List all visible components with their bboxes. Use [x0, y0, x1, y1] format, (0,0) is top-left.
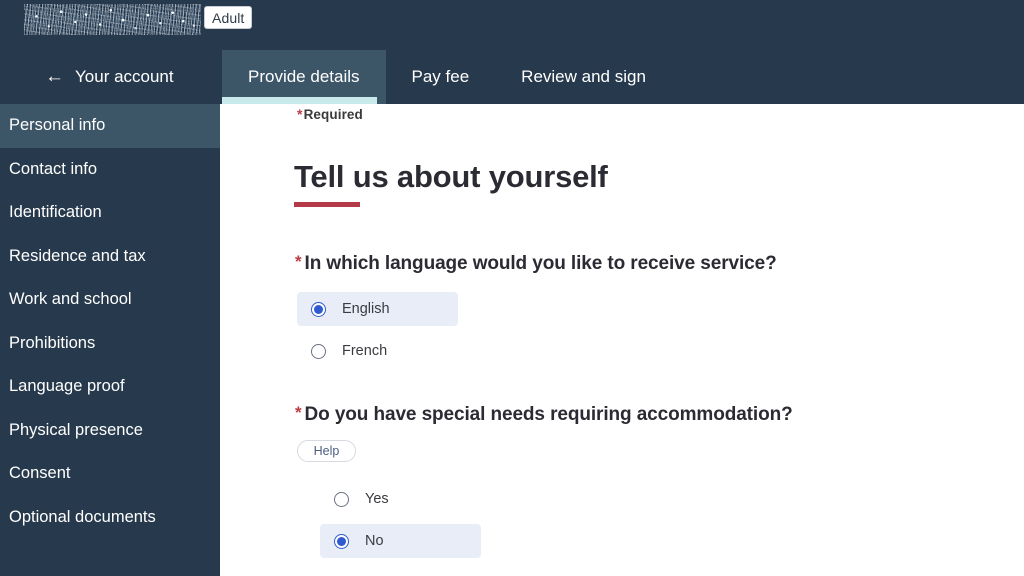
arrow-left-icon: ← [45, 65, 64, 87]
required-asterisk-icon: * [297, 106, 303, 122]
sidebar-item-label: Work and school [9, 290, 132, 309]
sidebar-item-label: Physical presence [9, 420, 143, 439]
sidebar-item-contact-info[interactable]: Contact info [0, 148, 220, 192]
status-badge-adult: Adult [204, 6, 253, 29]
sidebar-item-label: Language proof [9, 377, 125, 396]
title-accent-rule [294, 202, 360, 207]
radio-selected-icon [334, 533, 349, 549]
radio-option-no[interactable]: No [320, 524, 481, 558]
tab-pay-fee[interactable]: Pay fee [386, 50, 496, 104]
required-legend-label: Required [303, 107, 363, 122]
primary-navigation: ← Your account Provide details Pay fee R… [0, 50, 1024, 104]
radio-option-label: No [365, 533, 384, 549]
help-button[interactable]: Help [297, 440, 356, 462]
page-title: Tell us about yourself [294, 159, 608, 194]
sidebar-item-label: Optional documents [9, 507, 156, 526]
step-tabs: Provide details Pay fee Review and sign [222, 50, 672, 104]
sidebar-item-label: Residence and tax [9, 246, 146, 265]
brand-row: Adult [0, 0, 1024, 48]
radio-option-english[interactable]: English [297, 292, 458, 326]
radio-option-label: Yes [365, 491, 389, 507]
question-text: In which language would you like to rece… [304, 253, 777, 274]
sidebar-item-prohibitions[interactable]: Prohibitions [0, 322, 220, 366]
help-button-label: Help [313, 444, 340, 458]
sidebar-item-identification[interactable]: Identification [0, 191, 220, 235]
active-tab-underline [222, 97, 377, 104]
radio-option-label: English [342, 301, 390, 317]
question-language-label: * In which language would you like to rec… [295, 252, 777, 275]
sidebar-item-language-proof[interactable]: Language proof [0, 365, 220, 409]
redacted-brand-title [24, 4, 201, 35]
tab-label: Review and sign [521, 67, 646, 86]
sidebar-item-consent[interactable]: Consent [0, 452, 220, 496]
tab-provide-details[interactable]: Provide details [222, 50, 386, 104]
sidebar-item-label: Identification [9, 203, 102, 222]
radio-option-french[interactable]: French [297, 334, 458, 368]
back-link-label: Your account [75, 67, 174, 86]
page-header: Adult ← Your account Provide details Pay… [0, 0, 1024, 104]
sidebar-item-label: Consent [9, 464, 71, 483]
question-accommodation-label: * Do you have special needs requiring acc… [295, 403, 793, 426]
radio-unselected-icon [334, 491, 349, 507]
required-legend: *Required [297, 106, 363, 122]
form-content-area: *Required Tell us about yourself * In whi… [220, 104, 1024, 576]
application-root: Adult ← Your account Provide details Pay… [0, 0, 1024, 576]
question-text: Do you have special needs requiring acco… [304, 404, 793, 425]
sidebar-item-physical-presence[interactable]: Physical presence [0, 409, 220, 453]
radio-selected-icon [311, 301, 326, 317]
radio-option-yes[interactable]: Yes [320, 482, 481, 516]
required-asterisk-icon: * [295, 403, 302, 422]
sidebar-item-personal-info[interactable]: Personal info [0, 104, 220, 148]
radio-unselected-icon [311, 343, 326, 359]
required-asterisk-icon: * [295, 252, 302, 271]
sidebar-item-label: Contact info [9, 159, 98, 178]
back-to-your-account-link[interactable]: ← Your account [45, 50, 174, 104]
sidebar-item-residence-and-tax[interactable]: Residence and tax [0, 235, 220, 279]
sidebar-item-label: Personal info [9, 116, 106, 135]
sidebar-item-optional-documents[interactable]: Optional documents [0, 496, 220, 540]
tab-label: Provide details [248, 67, 360, 86]
sidebar-item-work-and-school[interactable]: Work and school [0, 278, 220, 322]
tab-review-and-sign[interactable]: Review and sign [495, 50, 672, 104]
sidebar-item-label: Prohibitions [9, 333, 96, 352]
tab-label: Pay fee [411, 67, 470, 86]
section-sidebar: Personal info Contact info Identificatio… [0, 104, 220, 576]
radio-option-label: French [342, 343, 388, 359]
